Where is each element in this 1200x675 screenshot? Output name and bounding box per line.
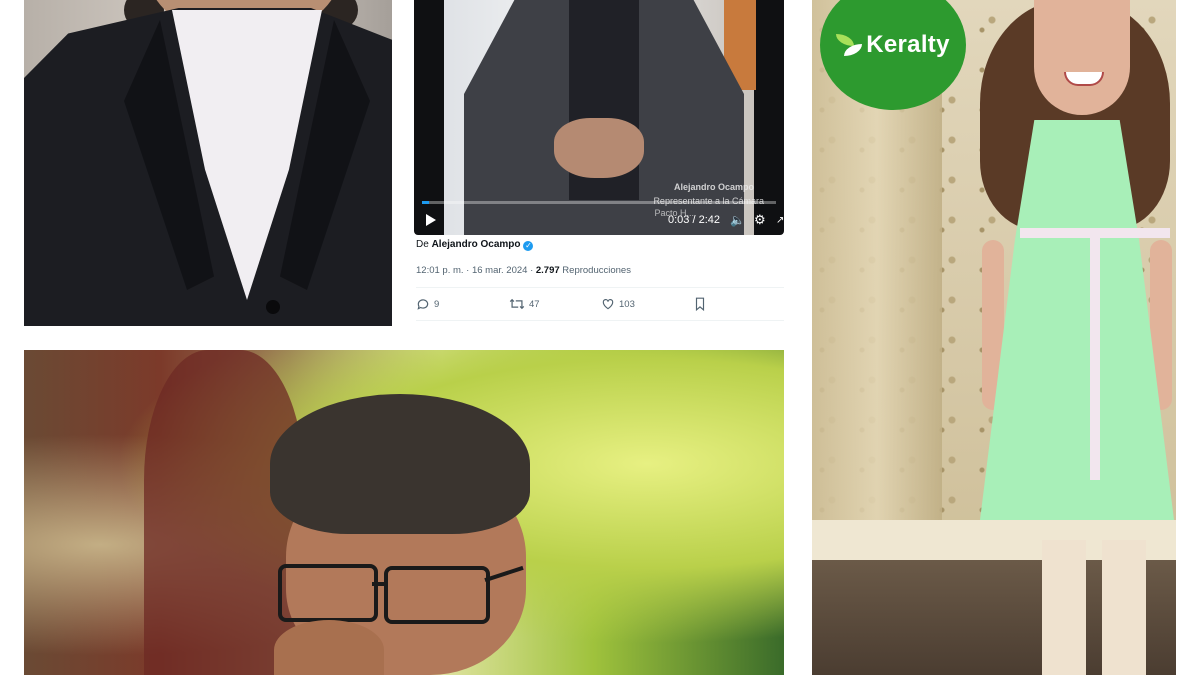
- photo-woman-green-dress: Keralty: [812, 0, 1176, 675]
- video-controls: 0:03 / 2:42 🔈 ⚙ ↗: [414, 205, 784, 235]
- like-count: 103: [619, 298, 635, 310]
- repost-button[interactable]: 47: [509, 297, 540, 311]
- play-icon[interactable]: [426, 214, 436, 226]
- tweet-meta: 12:01 p. m. · 16 mar. 2024 · 2.797 Repro…: [416, 265, 631, 276]
- divider: [416, 320, 784, 321]
- like-button[interactable]: 103: [601, 297, 635, 311]
- repost-count: 47: [529, 298, 540, 310]
- leaf-icon: [836, 32, 863, 58]
- photo-man-in-suit: [24, 0, 392, 326]
- video-time: 0:03 / 2:42: [668, 214, 720, 226]
- photo-man-with-glasses: [24, 350, 784, 675]
- views-label: Reproducciones: [562, 265, 631, 276]
- gear-icon[interactable]: ⚙: [754, 212, 766, 228]
- repost-icon: [509, 298, 525, 310]
- byline-prefix: De: [416, 239, 429, 250]
- tweet-actions: 9 47 103: [416, 297, 784, 315]
- bookmark-button[interactable]: [694, 297, 706, 311]
- verified-badge-icon: ✓: [523, 241, 534, 251]
- video-overlay-name: Alejandro Ocampo: [673, 182, 754, 192]
- video-player[interactable]: Alejandro Ocampo Representante a la Cáma…: [414, 0, 784, 235]
- reply-button[interactable]: 9: [416, 297, 439, 311]
- logo-wordmark: Keralty: [866, 31, 950, 58]
- tweet-timestamp[interactable]: 12:01 p. m. · 16 mar. 2024 ·: [416, 265, 533, 276]
- volume-icon[interactable]: 🔈: [730, 213, 745, 227]
- reply-icon: [417, 299, 429, 310]
- views-count: 2.797: [535, 265, 560, 276]
- tweet-byline: De Alejandro Ocampo ✓: [416, 239, 534, 251]
- reply-count: 9: [434, 298, 440, 310]
- divider: [416, 287, 784, 288]
- video-progress-fill: [422, 201, 430, 204]
- heart-icon: [602, 299, 614, 310]
- video-progress-bar[interactable]: [422, 201, 776, 204]
- bookmark-icon: [695, 297, 705, 311]
- author-name[interactable]: Alejandro Ocampo: [432, 239, 521, 250]
- tweet-card: Alejandro Ocampo Representante a la Cáma…: [414, 0, 784, 326]
- fullscreen-icon[interactable]: ↗: [776, 215, 784, 226]
